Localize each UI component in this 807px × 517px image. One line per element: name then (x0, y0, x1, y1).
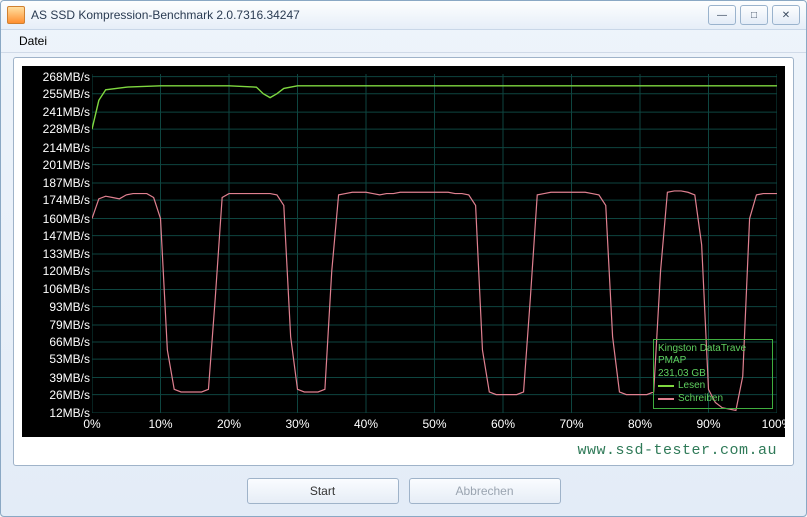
y-tick: 228MB/s (32, 122, 90, 136)
x-tick: 10% (148, 417, 172, 431)
x-tick: 90% (696, 417, 720, 431)
cancel-button: Abbrechen (409, 478, 561, 504)
button-bar: Start Abbrechen (1, 478, 806, 504)
y-tick: 26MB/s (32, 388, 90, 402)
close-button[interactable]: ✕ (772, 5, 800, 25)
y-tick: 93MB/s (32, 300, 90, 314)
y-tick: 241MB/s (32, 105, 90, 119)
y-tick: 39MB/s (32, 371, 90, 385)
app-window: AS SSD Kompression-Benchmark 2.0.7316.34… (0, 0, 807, 517)
y-tick: 66MB/s (32, 335, 90, 349)
legend-write-swatch (658, 398, 674, 400)
menubar: Datei (1, 30, 806, 53)
y-tick: 79MB/s (32, 318, 90, 332)
app-icon (7, 6, 25, 24)
legend-pmap: PMAP (658, 355, 768, 368)
y-tick: 214MB/s (32, 141, 90, 155)
y-tick: 268MB/s (32, 70, 90, 84)
legend-box: Kingston DataTrave PMAP 231,03 GB Lesen … (653, 339, 773, 410)
chart-area: Kingston DataTrave PMAP 231,03 GB Lesen … (22, 66, 785, 437)
y-tick: 255MB/s (32, 87, 90, 101)
maximize-button[interactable]: □ (740, 5, 768, 25)
y-tick: 133MB/s (32, 247, 90, 261)
legend-write-label: Schreiben (678, 393, 723, 406)
y-tick: 174MB/s (32, 193, 90, 207)
y-tick: 12MB/s (32, 406, 90, 420)
chart-panel: Kingston DataTrave PMAP 231,03 GB Lesen … (13, 57, 794, 466)
x-tick: 100% (762, 417, 793, 431)
x-tick: 40% (354, 417, 378, 431)
y-tick: 53MB/s (32, 352, 90, 366)
x-tick: 80% (628, 417, 652, 431)
y-tick: 187MB/s (32, 176, 90, 190)
menu-file[interactable]: Datei (11, 32, 55, 50)
x-tick: 0% (83, 417, 100, 431)
x-tick: 20% (217, 417, 241, 431)
legend-read-row: Lesen (658, 380, 768, 393)
x-tick: 30% (285, 417, 309, 431)
watermark: www.ssd-tester.com.au (577, 442, 777, 459)
legend-device: Kingston DataTrave (658, 343, 768, 356)
y-tick: 160MB/s (32, 212, 90, 226)
x-tick: 50% (422, 417, 446, 431)
y-tick: 201MB/s (32, 158, 90, 172)
y-tick: 120MB/s (32, 264, 90, 278)
start-button[interactable]: Start (247, 478, 399, 504)
x-tick: 70% (559, 417, 583, 431)
legend-write-row: Schreiben (658, 393, 768, 406)
legend-read-label: Lesen (678, 380, 705, 393)
legend-capacity: 231,03 GB (658, 368, 768, 381)
x-tick: 60% (491, 417, 515, 431)
titlebar[interactable]: AS SSD Kompression-Benchmark 2.0.7316.34… (1, 1, 806, 30)
window-title: AS SSD Kompression-Benchmark 2.0.7316.34… (31, 8, 704, 22)
minimize-button[interactable]: — (708, 5, 736, 25)
legend-read-swatch (658, 385, 674, 387)
y-tick: 106MB/s (32, 282, 90, 296)
y-tick: 147MB/s (32, 229, 90, 243)
